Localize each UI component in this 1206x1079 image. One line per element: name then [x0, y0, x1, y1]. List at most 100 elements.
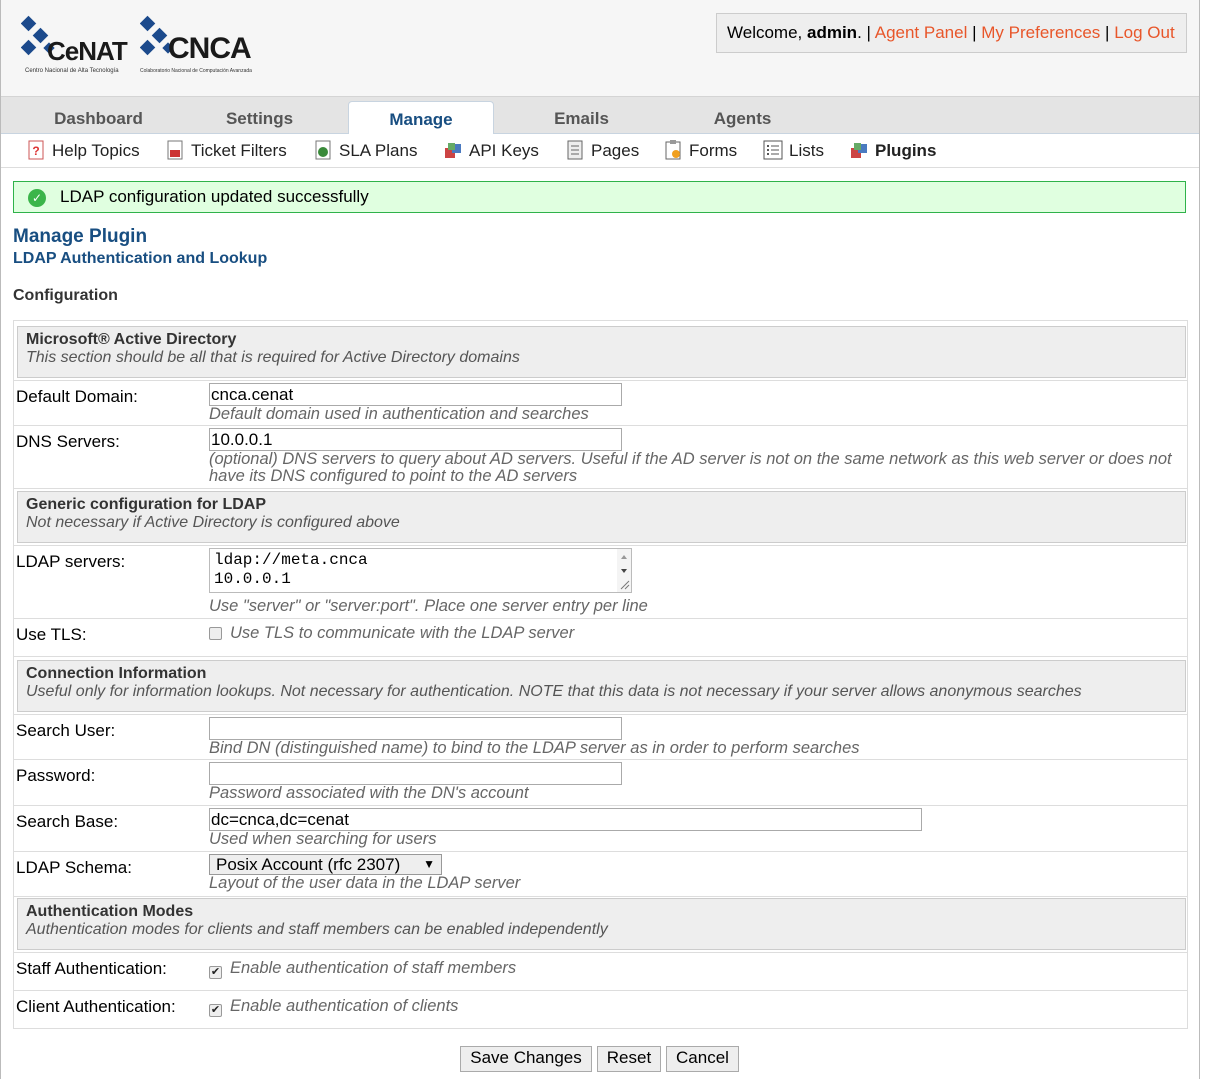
- subnav-forms-label: Forms: [689, 141, 738, 160]
- lists-icon: [763, 140, 783, 160]
- client-authentication-text: Enable authentication of clients: [230, 997, 459, 1015]
- row-ldap-servers: LDAP servers: ldap://meta.cnca 10.0.0.1 …: [14, 545, 1187, 619]
- ldap-schema-select[interactable]: Posix Account (rfc 2307) ▼: [209, 854, 442, 875]
- textarea-scrollbar[interactable]: [617, 549, 631, 592]
- sla-plans-icon: [313, 140, 333, 160]
- use-tls-checkbox[interactable]: [209, 627, 222, 640]
- link-separator: |: [1105, 23, 1110, 42]
- main-nav: Dashboard Settings Manage Emails Agents: [1, 96, 1199, 136]
- chevron-down-icon: ▼: [423, 857, 435, 871]
- help-topics-icon: ?: [26, 140, 46, 160]
- welcome-box: Welcome, admin. | Agent Panel | My Prefe…: [716, 13, 1187, 53]
- section-title: Authentication Modes: [26, 903, 194, 920]
- default-domain-hint: Default domain used in authentication an…: [209, 405, 589, 423]
- section-description: Authentication modes for clients and sta…: [26, 921, 608, 938]
- staff-authentication-checkbox[interactable]: ✔: [209, 966, 222, 979]
- my-preferences-link[interactable]: My Preferences: [981, 23, 1100, 42]
- ldap-servers-hint: Use "server" or "server:port". Place one…: [209, 597, 648, 615]
- tab-settings[interactable]: Settings: [187, 101, 332, 135]
- forms-icon: [663, 140, 683, 160]
- subnav-pages[interactable]: Pages: [565, 140, 639, 164]
- subnav-plugins[interactable]: Plugins: [849, 140, 936, 164]
- search-base-input[interactable]: dc=cnca,dc=cenat: [209, 808, 922, 831]
- welcome-prefix: Welcome,: [727, 23, 803, 42]
- reset-button[interactable]: Reset: [597, 1046, 661, 1072]
- section-title: Microsoft® Active Directory: [26, 331, 237, 348]
- ldap-servers-label: LDAP servers:: [16, 552, 126, 571]
- cnca-logo-name: CNCA: [168, 32, 252, 65]
- plugin-name: LDAP Authentication and Lookup: [13, 250, 268, 267]
- ldap-schema-hint: Layout of the user data in the LDAP serv…: [209, 874, 521, 892]
- section-title: Generic configuration for LDAP: [26, 496, 267, 513]
- default-domain-label: Default Domain:: [16, 387, 138, 406]
- subnav-api-keys[interactable]: API Keys: [443, 140, 539, 164]
- cenat-logo-tagline: Centro Nacional de Alta Tecnología: [25, 68, 119, 74]
- subnav-forms[interactable]: Forms: [663, 140, 737, 164]
- plugins-icon: [849, 140, 869, 160]
- row-staff-authentication: Staff Authentication: ✔ Enable authentica…: [14, 952, 1187, 991]
- search-base-hint: Used when searching for users: [209, 830, 437, 848]
- staff-authentication-text: Enable authentication of staff members: [230, 959, 517, 977]
- dns-servers-label: DNS Servers:: [16, 432, 120, 451]
- row-use-tls: Use TLS: Use TLS to communicate with the…: [14, 619, 1187, 657]
- row-password: Password: Password associated with the D…: [14, 760, 1187, 806]
- tab-agents[interactable]: Agents: [670, 101, 815, 135]
- subnav-sla-plans[interactable]: SLA Plans: [313, 140, 417, 164]
- configuration-heading: Configuration: [13, 287, 118, 304]
- use-tls-text: Use TLS to communicate with the LDAP ser…: [230, 624, 575, 642]
- search-user-input[interactable]: [209, 717, 622, 740]
- subnav-api-keys-label: API Keys: [469, 141, 539, 160]
- dns-servers-hint: (optional) DNS servers to query about AD…: [209, 450, 1172, 485]
- dns-servers-input[interactable]: 10.0.0.1: [209, 428, 622, 451]
- cancel-button[interactable]: Cancel: [666, 1046, 739, 1072]
- ldap-schema-value: Posix Account (rfc 2307): [216, 855, 401, 874]
- search-user-label: Search User:: [16, 721, 116, 740]
- subnav-help-topics[interactable]: ? Help Topics: [26, 140, 140, 164]
- search-user-hint: Bind DN (distinguished name) to bind to …: [209, 739, 860, 757]
- subnav-ticket-filters[interactable]: Ticket Filters: [165, 140, 287, 164]
- section-description: This section should be all that is requi…: [26, 349, 520, 366]
- row-ldap-schema: LDAP Schema: Posix Account (rfc 2307) ▼ …: [14, 852, 1187, 897]
- use-tls-label: Use TLS:: [16, 625, 87, 644]
- password-label: Password:: [16, 766, 96, 785]
- configuration-form: Microsoft® Active Directory This section…: [13, 320, 1188, 1029]
- subnav-ticket-filters-label: Ticket Filters: [191, 141, 287, 160]
- username: admin: [807, 23, 858, 42]
- cnca-logo: CNCA Colaboratorio Nacional de Computaci…: [140, 14, 255, 78]
- cnca-logo-tagline: Colaboratorio Nacional de Computación Av…: [140, 68, 252, 74]
- section-description: Not necessary if Active Directory is con…: [26, 514, 400, 531]
- welcome-separator: . |: [857, 23, 871, 42]
- subnav-sla-plans-label: SLA Plans: [339, 141, 418, 160]
- section-connection: Connection Information Useful only for i…: [17, 660, 1186, 712]
- client-authentication-label: Client Authentication:: [16, 997, 176, 1016]
- section-generic-ldap: Generic configuration for LDAP Not neces…: [17, 491, 1186, 543]
- pages-icon: [565, 140, 585, 160]
- ldap-server-line: ldap://meta.cnca: [214, 551, 368, 569]
- section-authentication-modes: Authentication Modes Authentication mode…: [17, 898, 1186, 950]
- subnav-lists[interactable]: Lists: [763, 140, 824, 164]
- ldap-servers-textarea[interactable]: ldap://meta.cnca 10.0.0.1: [209, 548, 632, 593]
- tab-emails[interactable]: Emails: [509, 101, 654, 135]
- check-circle-icon: ✓: [28, 189, 46, 207]
- subnav-help-topics-label: Help Topics: [52, 141, 140, 160]
- page-title: Manage Plugin: [13, 226, 148, 247]
- password-input[interactable]: [209, 762, 622, 785]
- ldap-server-line: 10.0.0.1: [214, 570, 291, 588]
- section-title: Connection Information: [26, 665, 207, 682]
- subnav-pages-label: Pages: [591, 141, 640, 160]
- default-domain-input[interactable]: cnca.cenat: [209, 383, 622, 406]
- success-message: ✓ LDAP configuration updated successfull…: [13, 181, 1186, 213]
- agent-panel-link[interactable]: Agent Panel: [875, 23, 968, 42]
- client-authentication-checkbox[interactable]: ✔: [209, 1004, 222, 1017]
- log-out-link[interactable]: Log Out: [1114, 23, 1175, 42]
- password-hint: Password associated with the DN's accoun…: [209, 784, 529, 802]
- tab-manage[interactable]: Manage: [348, 101, 494, 136]
- header: CeNAT Centro Nacional de Alta Tecnología…: [1, 0, 1199, 96]
- row-client-authentication: Client Authentication: ✔ Enable authentic…: [14, 991, 1187, 1029]
- subnav-lists-label: Lists: [789, 141, 824, 160]
- ldap-schema-label: LDAP Schema:: [16, 858, 132, 877]
- search-base-label: Search Base:: [16, 812, 119, 831]
- save-changes-button[interactable]: Save Changes: [460, 1046, 592, 1072]
- tab-dashboard[interactable]: Dashboard: [26, 101, 171, 135]
- section-active-directory: Microsoft® Active Directory This section…: [17, 326, 1186, 378]
